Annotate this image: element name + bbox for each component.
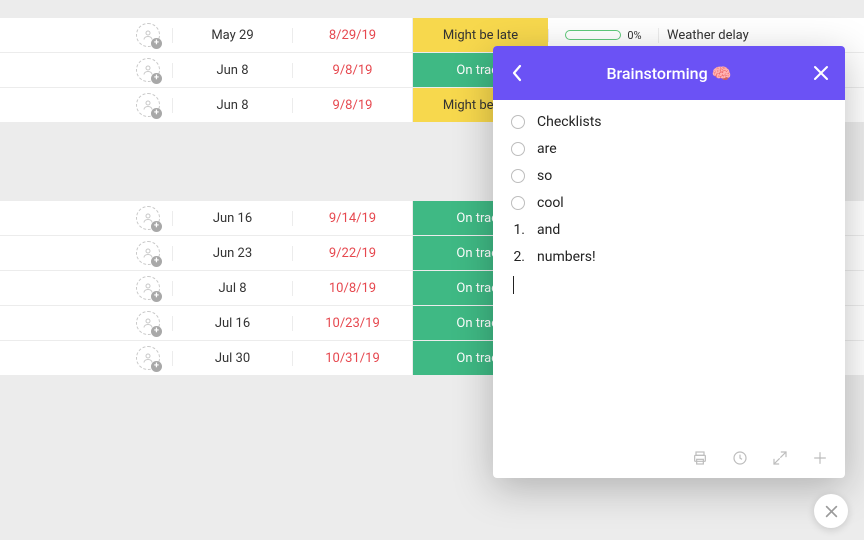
- checkbox-icon[interactable]: [511, 115, 525, 129]
- print-icon[interactable]: [691, 449, 709, 467]
- note-cell[interactable]: Weather delay: [658, 28, 864, 43]
- start-date[interactable]: Jun 16: [172, 211, 292, 226]
- detail-panel: Brainstorming 🧠 Checklists are so cool 1…: [493, 46, 845, 478]
- due-date[interactable]: 10/23/19: [292, 316, 412, 331]
- add-assignee-icon[interactable]: +: [136, 311, 160, 335]
- progress-bar: [565, 30, 621, 40]
- plus-icon: +: [151, 73, 162, 84]
- expand-icon[interactable]: [771, 449, 789, 467]
- start-date[interactable]: Jul 30: [172, 351, 292, 366]
- assignee-cell[interactable]: +: [0, 276, 172, 300]
- add-assignee-icon[interactable]: +: [136, 346, 160, 370]
- checkbox-icon[interactable]: [511, 142, 525, 156]
- progress-cell[interactable]: 0%: [548, 29, 658, 42]
- start-date[interactable]: Jun 8: [172, 63, 292, 78]
- checklist-label: cool: [537, 195, 564, 211]
- number-marker: 2.: [511, 249, 525, 265]
- add-assignee-icon[interactable]: +: [136, 58, 160, 82]
- checklist-label: Checklists: [537, 114, 602, 130]
- due-date[interactable]: 10/8/19: [292, 281, 412, 296]
- due-date[interactable]: 9/14/19: [292, 211, 412, 226]
- plus-icon: +: [151, 38, 162, 49]
- add-assignee-icon[interactable]: +: [136, 276, 160, 300]
- plus-icon: +: [151, 291, 162, 302]
- numbered-label: and: [537, 222, 560, 238]
- numbered-item[interactable]: 1. and: [511, 216, 827, 243]
- plus-icon: +: [151, 221, 162, 232]
- checklist-item[interactable]: cool: [511, 189, 827, 216]
- close-button[interactable]: [797, 46, 845, 100]
- assignee-cell[interactable]: +: [0, 241, 172, 265]
- assignee-cell[interactable]: +: [0, 23, 172, 47]
- due-date[interactable]: 10/31/19: [292, 351, 412, 366]
- numbered-item[interactable]: 2. numbers!: [511, 243, 827, 270]
- start-date[interactable]: Jul 16: [172, 316, 292, 331]
- panel-body[interactable]: Checklists are so cool 1. and 2. numbers…: [493, 100, 845, 438]
- history-icon[interactable]: [731, 449, 749, 467]
- start-date[interactable]: May 29: [172, 28, 292, 43]
- add-assignee-icon[interactable]: +: [136, 241, 160, 265]
- checklist-label: are: [537, 141, 557, 157]
- checkbox-icon[interactable]: [511, 169, 525, 183]
- assignee-cell[interactable]: +: [0, 346, 172, 370]
- back-button[interactable]: [493, 46, 541, 100]
- plus-icon: +: [151, 256, 162, 267]
- plus-icon: +: [151, 326, 162, 337]
- floating-close-button[interactable]: [814, 494, 848, 528]
- progress-value: 0%: [627, 29, 641, 42]
- assignee-cell[interactable]: +: [0, 93, 172, 117]
- checklist-item[interactable]: are: [511, 135, 827, 162]
- assignee-cell[interactable]: +: [0, 58, 172, 82]
- checklist-label: so: [537, 168, 552, 184]
- add-assignee-icon[interactable]: +: [136, 23, 160, 47]
- due-date[interactable]: 9/8/19: [292, 98, 412, 113]
- add-assignee-icon[interactable]: +: [136, 206, 160, 230]
- start-date[interactable]: Jul 8: [172, 281, 292, 296]
- due-date[interactable]: 9/22/19: [292, 246, 412, 261]
- add-icon[interactable]: [811, 449, 829, 467]
- plus-icon: +: [151, 108, 162, 119]
- panel-footer: [493, 438, 845, 478]
- assignee-cell[interactable]: +: [0, 206, 172, 230]
- checklist-item[interactable]: so: [511, 162, 827, 189]
- text-cursor: [513, 276, 514, 294]
- checkbox-icon[interactable]: [511, 196, 525, 210]
- panel-title: Brainstorming 🧠: [606, 64, 731, 83]
- checklist-item[interactable]: Checklists: [511, 108, 827, 135]
- start-date[interactable]: Jun 23: [172, 246, 292, 261]
- start-date[interactable]: Jun 8: [172, 98, 292, 113]
- due-date[interactable]: 9/8/19: [292, 63, 412, 78]
- add-assignee-icon[interactable]: +: [136, 93, 160, 117]
- assignee-cell[interactable]: +: [0, 311, 172, 335]
- number-marker: 1.: [511, 222, 525, 238]
- due-date[interactable]: 8/29/19: [292, 28, 412, 43]
- panel-header: Brainstorming 🧠: [493, 46, 845, 100]
- plus-icon: +: [151, 361, 162, 372]
- numbered-label: numbers!: [537, 249, 596, 265]
